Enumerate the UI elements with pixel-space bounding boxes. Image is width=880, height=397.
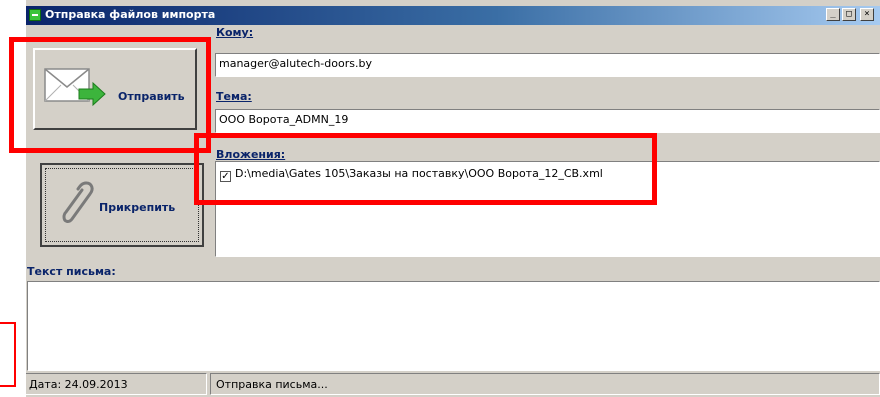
body-label: Текст письма:: [27, 265, 116, 278]
attach-button-label: Прикрепить: [99, 201, 176, 214]
message-body-field[interactable]: [27, 281, 880, 371]
status-date: Дата: 24.09.2013: [26, 373, 207, 395]
send-button-highlight: [9, 37, 211, 153]
minimize-button[interactable]: _: [826, 8, 840, 21]
status-message: Отправка письма...: [210, 373, 880, 395]
to-label: Кому:: [216, 26, 254, 39]
title-bar[interactable]: Отправка файлов импорта _ □ ×: [26, 6, 880, 25]
close-button[interactable]: ×: [860, 8, 874, 21]
partial-highlight-frame: [0, 322, 16, 387]
paperclip-icon: [62, 181, 94, 223]
attach-button[interactable]: Прикрепить: [40, 163, 204, 247]
app-icon: [29, 9, 41, 21]
to-field[interactable]: manager@alutech-doors.by: [215, 53, 880, 77]
subject-label: Тема:: [216, 90, 252, 103]
attachment-highlight: [194, 133, 657, 205]
maximize-button[interactable]: □: [842, 8, 856, 21]
subject-field[interactable]: ООО Ворота_ADMN_19: [215, 109, 880, 133]
window-title: Отправка файлов импорта: [45, 8, 216, 21]
